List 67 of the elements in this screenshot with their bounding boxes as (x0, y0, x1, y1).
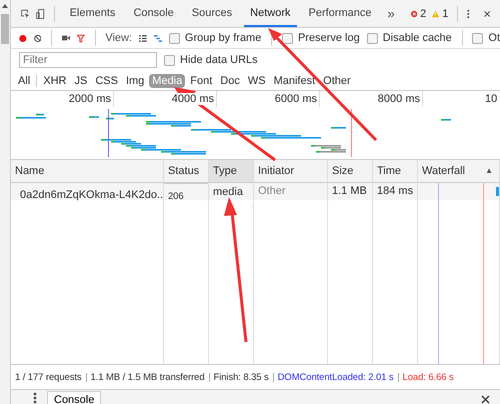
drawer-menu-icon[interactable] (33, 392, 37, 404)
table-cell: Other (254, 183, 328, 208)
checkbox-label: Group by frame (184, 32, 262, 44)
filter-field[interactable]: Filter (19, 52, 157, 68)
scroll-up-icon[interactable] (2, 4, 8, 8)
type-filter[interactable]: Img (122, 74, 148, 88)
panel-tab[interactable]: Sources (186, 0, 238, 27)
type-filter[interactable]: Other (320, 74, 354, 88)
checkbox[interactable] (282, 32, 293, 44)
type-filter[interactable]: Font (187, 74, 216, 88)
close-icon[interactable] (484, 8, 490, 18)
checkbox[interactable] (164, 54, 175, 66)
column-header[interactable]: Name (11, 160, 164, 183)
type-filter[interactable]: JS (71, 74, 90, 88)
table-cell: 184 ms (373, 183, 418, 208)
time-tick: 2000 ms (68, 93, 111, 105)
type-filter[interactable]: CSS (92, 74, 121, 88)
checkbox-label: Preserve log (298, 32, 360, 44)
dom-content-loaded-time: DOMContentLoaded: 2.01 s (278, 372, 394, 382)
table-cell: 1.1 MB (328, 183, 373, 208)
load-time: Load: 6.66 s (402, 372, 454, 382)
request-name[interactable]: 0a2dn6mZqKOkma-L4K2do... (20, 187, 163, 204)
close-icon[interactable] (481, 395, 490, 404)
warning-count: 1 (442, 8, 448, 20)
waterfall-view-icon[interactable] (154, 32, 162, 44)
type-filter[interactable]: All (15, 74, 34, 88)
panel-tab[interactable]: Network (244, 0, 296, 27)
filter-icon[interactable] (77, 32, 85, 44)
sort-arrow: ▲ (485, 165, 493, 177)
time-tick: 8000 ms (378, 93, 420, 105)
column-header[interactable]: Waterfall ▲ (418, 160, 500, 183)
column-header[interactable]: Time (373, 160, 418, 183)
panel-tab[interactable]: Console (127, 0, 180, 27)
type-filter[interactable]: Manifest (270, 74, 318, 88)
checkbox[interactable] (168, 32, 180, 44)
checkbox-label: Disable cache (382, 32, 452, 44)
error-icon (410, 8, 418, 18)
checkbox[interactable] (472, 32, 484, 44)
checkbox[interactable] (366, 32, 378, 44)
panel-tab[interactable]: Performance (302, 0, 378, 27)
finish-time: Finish: 8.35 s (214, 372, 269, 382)
panel-tab[interactable]: Elements (64, 0, 122, 27)
column-header[interactable]: Initiator (254, 160, 328, 183)
table-cell: 206 (164, 183, 209, 208)
type-filter[interactable]: Doc (217, 74, 243, 88)
type-filter[interactable]: XHR (40, 74, 70, 88)
more-tabs-button[interactable]: » (383, 6, 399, 21)
column-header[interactable]: Size (328, 160, 373, 183)
column-header[interactable]: Type (209, 160, 254, 183)
column-header[interactable]: Status (164, 160, 209, 183)
waterfall-bar (496, 187, 499, 196)
camera-icon[interactable] (62, 33, 70, 43)
inspect-icon[interactable] (21, 6, 30, 20)
time-tick: 6000 ms (274, 93, 317, 105)
view-label: View: (105, 32, 132, 44)
checkbox-label: Ot (488, 32, 500, 44)
error-count: 2 (420, 8, 426, 20)
time-tick: 4000 ms (172, 93, 214, 105)
request-count: 1 / 177 requests (15, 372, 82, 382)
checkbox-label: Hide data URLs (180, 54, 258, 66)
type-filter[interactable]: WS (244, 74, 269, 88)
list-view-icon[interactable] (139, 32, 147, 44)
scrollbar-thumb[interactable] (1, 14, 9, 44)
console-drawer-tab[interactable]: Console (47, 391, 102, 404)
warning-icon (432, 8, 440, 18)
transferred-size: 1.1 MB / 1.5 MB transferred (90, 372, 205, 382)
time-tick: 10 (485, 93, 498, 105)
